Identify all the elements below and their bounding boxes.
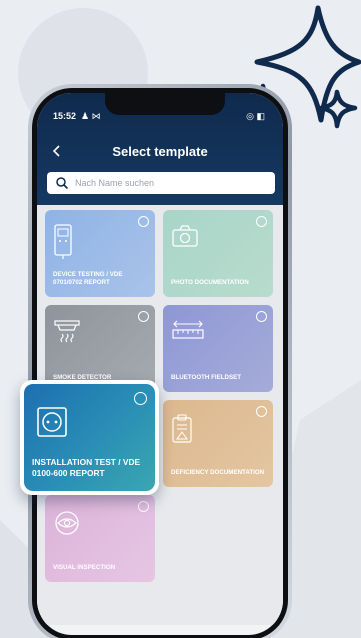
status-time: 15:52 bbox=[53, 111, 77, 121]
search-bar[interactable] bbox=[47, 172, 275, 194]
template-label: DEFICIENCY DOCUMENTATION bbox=[171, 469, 265, 476]
radio-button[interactable] bbox=[256, 406, 267, 417]
radio-button[interactable] bbox=[138, 311, 149, 322]
template-label: PHOTO DOCUMENTATION bbox=[171, 279, 249, 286]
template-tile-visual-inspection[interactable]: VISUAL INSPECTION bbox=[45, 495, 155, 582]
status-icons-left: ♟ ⋈ bbox=[81, 111, 101, 121]
template-label: DEVICE TESTING / VDE 0701/0702 REPORT bbox=[53, 271, 123, 286]
search-icon bbox=[56, 177, 69, 190]
radio-button[interactable] bbox=[256, 311, 267, 322]
camera-icon bbox=[172, 225, 198, 247]
app-header: 15:52 ♟ ⋈ ◎ ◧ Select template bbox=[37, 93, 283, 213]
search-input[interactable] bbox=[75, 172, 265, 194]
template-label: INSTALLATION TEST / VDE 0100-600 REPORT bbox=[32, 457, 141, 478]
app-screen: 15:52 ♟ ⋈ ◎ ◧ Select template Nach Name … bbox=[37, 93, 283, 635]
radio-button[interactable] bbox=[256, 216, 267, 227]
radio-button[interactable] bbox=[138, 216, 149, 227]
template-label: VISUAL INSPECTION bbox=[53, 564, 116, 571]
template-tile-installation-test[interactable]: INSTALLATION TEST / VDE 0100-600 REPORT bbox=[20, 380, 159, 495]
device-tester-icon bbox=[54, 224, 72, 259]
radio-button[interactable] bbox=[138, 501, 149, 512]
smoke-detector-icon bbox=[54, 320, 80, 343]
template-tile-deficiency[interactable]: DEFICIENCY DOCUMENTATION bbox=[163, 400, 273, 487]
phone-frame: 15:52 ♟ ⋈ ◎ ◧ Select template Nach Name … bbox=[28, 84, 292, 638]
template-tile-bluetooth-fieldset[interactable]: BLUETOOTH FIELDSET bbox=[163, 305, 273, 392]
status-bar: 15:52 ♟ ⋈ ◎ ◧ bbox=[37, 111, 283, 125]
radio-button[interactable] bbox=[134, 392, 147, 405]
template-tile-photo[interactable]: PHOTO DOCUMENTATION bbox=[163, 210, 273, 297]
template-tile-smoke-detector[interactable]: SMOKE DETECTOR bbox=[45, 305, 155, 392]
clipboard-warning-icon bbox=[172, 414, 192, 443]
socket-icon bbox=[37, 407, 67, 437]
status-icons-right: ◎ ◧ bbox=[246, 111, 265, 121]
eye-icon bbox=[55, 511, 79, 535]
page-title: Select template bbox=[112, 144, 208, 159]
template-label: BLUETOOTH FIELDSET bbox=[171, 374, 242, 381]
ruler-icon bbox=[172, 320, 204, 339]
template-tile-device-testing[interactable]: DEVICE TESTING / VDE 0701/0702 REPORT bbox=[45, 210, 155, 297]
